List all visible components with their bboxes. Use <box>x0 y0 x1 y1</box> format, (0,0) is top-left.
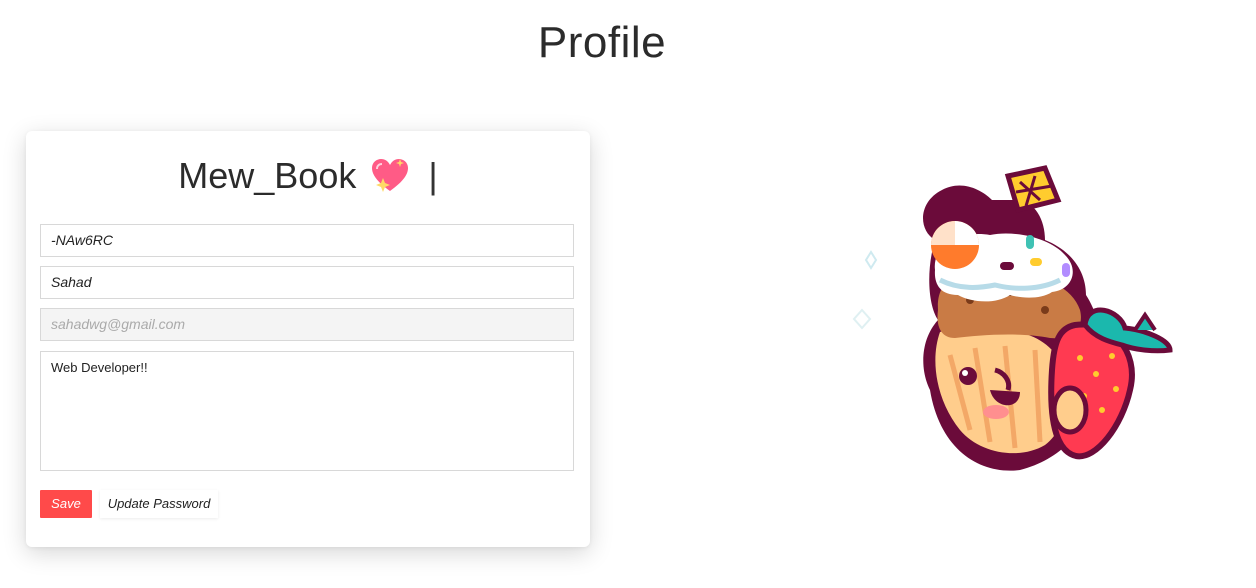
save-button[interactable]: Save <box>40 490 92 518</box>
email-field: sahadwg@gmail.com <box>40 308 574 341</box>
typing-cursor: | <box>428 155 438 196</box>
sparkling-heart-icon <box>370 158 410 194</box>
update-password-button[interactable]: Update Password <box>100 490 218 518</box>
profile-card: Mew_Book | -NAw6RC Sahad sahadwg@gmail.c… <box>26 131 590 547</box>
profile-page: Profile Mew_Book | -NAw6RC Sahad sahadwg… <box>0 0 1256 588</box>
sparkle-icon <box>852 250 878 330</box>
profile-card-title: Mew_Book | <box>26 155 590 197</box>
id-field[interactable]: -NAw6RC <box>40 224 574 257</box>
name-field[interactable]: Sahad <box>40 266 574 299</box>
cupcake-strawberry-illustration <box>840 160 1220 490</box>
page-title: Profile <box>537 18 667 67</box>
username-label: Mew_Book <box>178 155 357 196</box>
bio-textarea[interactable]: Web Developer!! <box>40 351 574 471</box>
